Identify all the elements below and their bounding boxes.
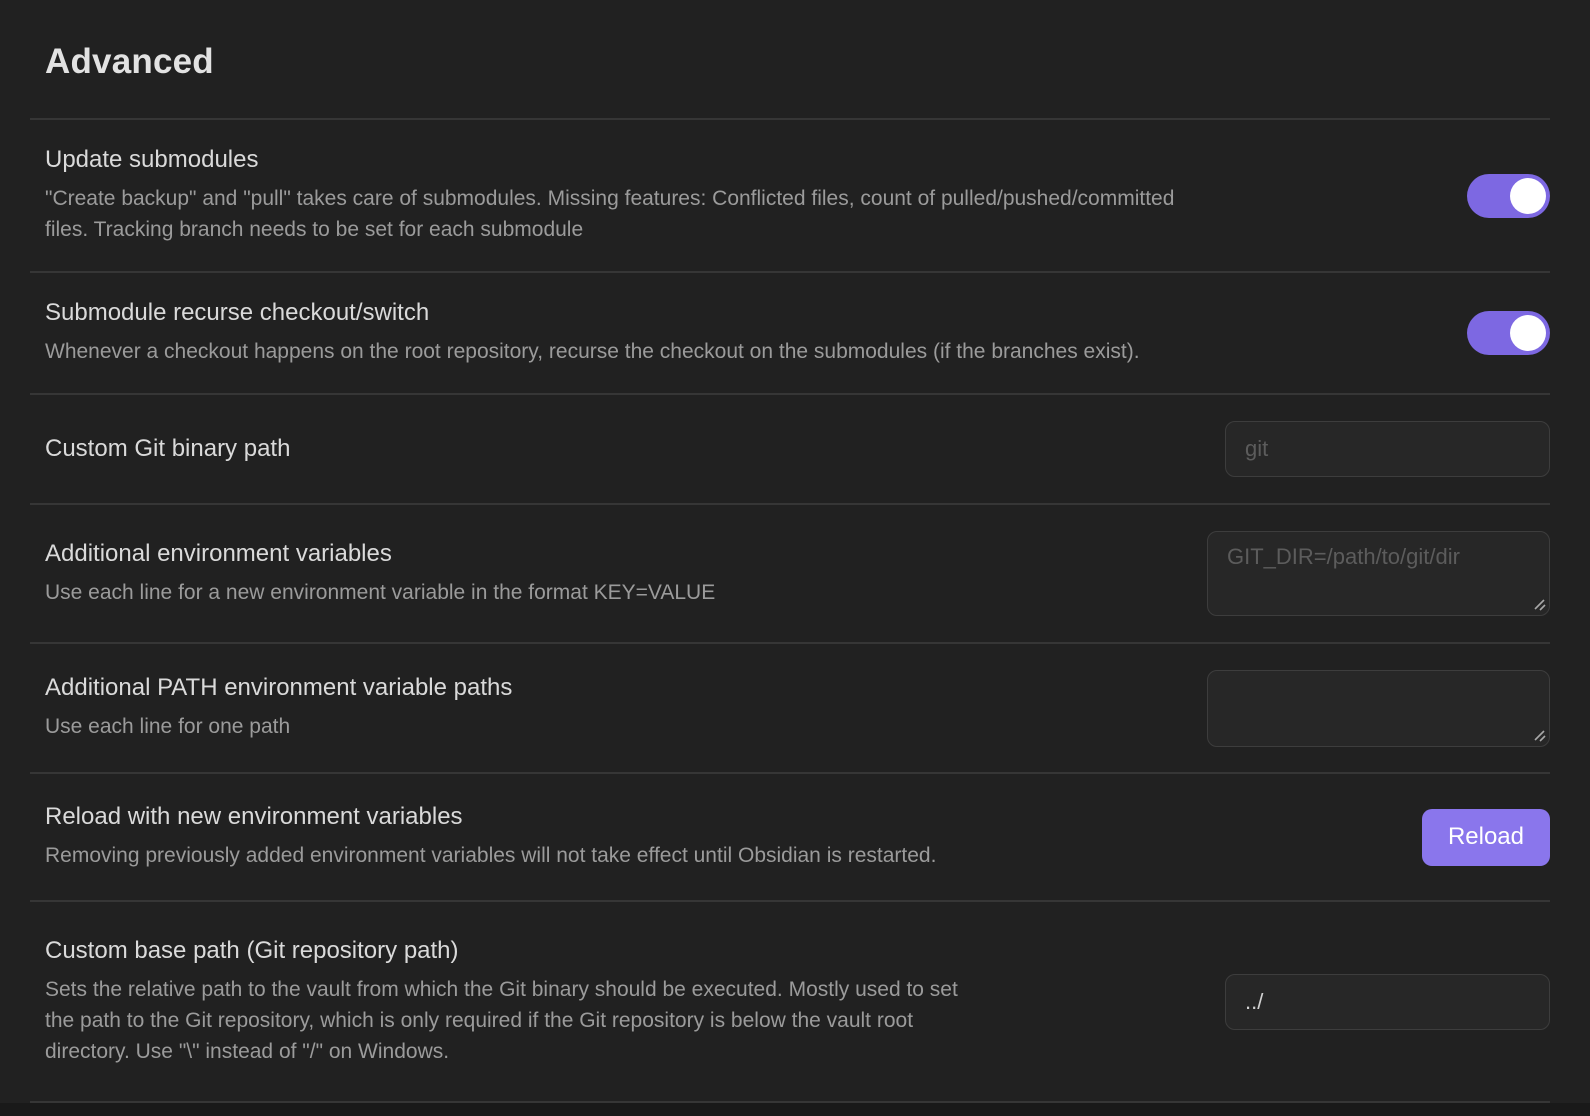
setting-info: Additional environment variables Use eac…	[45, 540, 1171, 608]
setting-info: Reload with new environment variables Re…	[45, 803, 1386, 871]
path-variables-textarea[interactable]	[1207, 670, 1550, 747]
panel-bottom-edge	[0, 1103, 1590, 1116]
setting-info: Update submodules "Create backup" and "p…	[45, 146, 1431, 245]
setting-name: Reload with new environment variables	[45, 803, 1386, 831]
setting-row-update-submodules: Update submodules "Create backup" and "p…	[30, 120, 1550, 273]
toggle-knob	[1510, 315, 1546, 351]
setting-control	[1467, 174, 1550, 218]
setting-row-path-variables: Additional PATH environment variable pat…	[30, 644, 1550, 774]
setting-row-env-variables: Additional environment variables Use eac…	[30, 505, 1550, 644]
setting-description: Sets the relative path to the vault from…	[45, 974, 1189, 1067]
section-header: Advanced	[30, 0, 1550, 120]
setting-name: Update submodules	[45, 146, 1431, 174]
setting-description: Use each line for one path	[45, 711, 1171, 742]
textarea-wrapper	[1207, 670, 1550, 747]
setting-description: "Create backup" and "pull" takes care of…	[45, 183, 1431, 245]
setting-row-reload-env: Reload with new environment variables Re…	[30, 774, 1550, 902]
setting-control	[1225, 974, 1550, 1030]
setting-name: Additional PATH environment variable pat…	[45, 674, 1171, 702]
git-binary-path-input[interactable]	[1225, 421, 1550, 477]
setting-info: Custom base path (Git repository path) S…	[45, 937, 1189, 1067]
setting-row-submodule-recurse: Submodule recurse checkout/switch Whenev…	[30, 273, 1550, 395]
setting-description: Use each line for a new environment vari…	[45, 577, 1171, 608]
setting-info: Custom Git binary path	[45, 435, 1189, 463]
page-title: Advanced	[45, 42, 1550, 82]
setting-control	[1207, 531, 1550, 616]
settings-panel-advanced: Advanced Update submodules "Create backu…	[30, 0, 1550, 1103]
setting-name: Custom Git binary path	[45, 435, 1189, 463]
setting-description: Removing previously added environment va…	[45, 840, 1386, 871]
setting-control	[1225, 421, 1550, 477]
setting-description: Whenever a checkout happens on the root …	[45, 336, 1431, 367]
setting-name: Submodule recurse checkout/switch	[45, 299, 1431, 327]
reload-button[interactable]: Reload	[1422, 809, 1550, 866]
setting-row-git-binary-path: Custom Git binary path	[30, 395, 1550, 505]
setting-control	[1467, 311, 1550, 355]
setting-row-custom-base-path: Custom base path (Git repository path) S…	[30, 902, 1550, 1103]
setting-info: Submodule recurse checkout/switch Whenev…	[45, 299, 1431, 367]
setting-control: Reload	[1422, 809, 1550, 866]
setting-name: Additional environment variables	[45, 540, 1171, 568]
setting-name: Custom base path (Git repository path)	[45, 937, 1189, 965]
setting-info: Additional PATH environment variable pat…	[45, 674, 1171, 742]
custom-base-path-input[interactable]	[1225, 974, 1550, 1030]
textarea-wrapper	[1207, 531, 1550, 616]
env-variables-textarea[interactable]	[1207, 531, 1550, 616]
submodule-recurse-toggle[interactable]	[1467, 311, 1550, 355]
toggle-knob	[1510, 178, 1546, 214]
setting-control	[1207, 670, 1550, 747]
update-submodules-toggle[interactable]	[1467, 174, 1550, 218]
